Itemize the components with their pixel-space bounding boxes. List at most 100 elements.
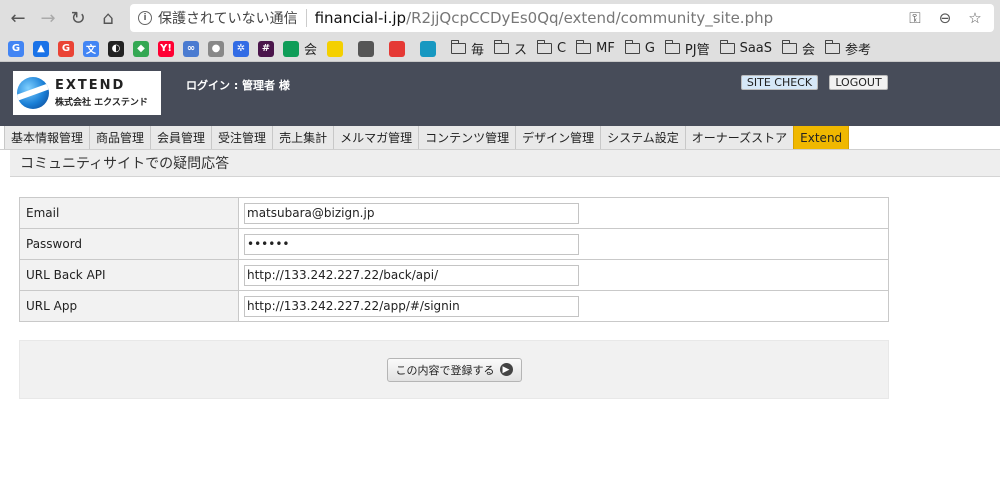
bookmark-folder-5[interactable]: 毎 bbox=[451, 39, 484, 58]
bookmark-label: 参考 bbox=[845, 43, 872, 58]
bookmark-folder-9[interactable]: G bbox=[624, 40, 655, 56]
register-button[interactable]: この内容で登録する ▶ bbox=[386, 357, 522, 382]
bookmark-bird-1[interactable] bbox=[327, 40, 348, 57]
star-icon[interactable]: ☆ bbox=[964, 7, 986, 29]
logout-button[interactable]: LOGOUT bbox=[829, 75, 888, 90]
home-icon[interactable]: ⌂ bbox=[96, 6, 120, 30]
bookmark-hangouts-0[interactable]: 会 bbox=[283, 39, 317, 58]
google-ads-icon[interactable]: ▲ bbox=[33, 40, 49, 57]
menu-tab-8[interactable]: システム設定 bbox=[600, 125, 686, 149]
slack-icon[interactable]: # bbox=[258, 40, 274, 57]
maps-icon[interactable]: ◆ bbox=[133, 40, 149, 57]
zoom-icon[interactable]: ⊖ bbox=[934, 7, 956, 29]
field-input-1[interactable] bbox=[244, 233, 579, 255]
arrow-right-icon: ▶ bbox=[499, 363, 513, 376]
bookmark-folder-8[interactable]: MF bbox=[576, 40, 615, 56]
address-separator bbox=[305, 9, 307, 27]
url-domain: financial-i.jp bbox=[314, 9, 407, 27]
folder-icon bbox=[576, 40, 592, 54]
bookmark-puzzle-3[interactable] bbox=[389, 40, 410, 57]
logo[interactable]: EXTEND 株式会社 エクステンド bbox=[13, 71, 161, 115]
yahoo-icon[interactable]: Y! bbox=[158, 40, 174, 57]
field-value-cell bbox=[238, 290, 889, 322]
field-label: Email bbox=[19, 197, 239, 229]
menu-tab-9[interactable]: オーナーズストア bbox=[684, 125, 795, 149]
folder-icon bbox=[664, 40, 680, 54]
menu-tab-3[interactable]: 受注管理 bbox=[211, 125, 274, 149]
site-check-button[interactable]: SITE CHECK bbox=[741, 75, 818, 90]
apple-icon[interactable]: ● bbox=[208, 40, 224, 57]
menu-tab-7[interactable]: デザイン管理 bbox=[515, 125, 602, 149]
field-label: URL Back API bbox=[19, 259, 239, 291]
bookmark-label: MF bbox=[596, 41, 615, 56]
translate-icon[interactable]: 文 bbox=[83, 40, 99, 57]
field-input-2[interactable] bbox=[244, 264, 579, 286]
form-actions: この内容で登録する ▶ bbox=[19, 340, 889, 399]
menu-tab-5[interactable]: メルマガ管理 bbox=[333, 125, 420, 149]
menu-tab-10[interactable]: Extend bbox=[793, 125, 850, 149]
bird-icon bbox=[327, 40, 344, 57]
url-path: /R2jjQcpCCDyEs0Qq/extend/community_site.… bbox=[406, 9, 774, 27]
info-icon[interactable]: i bbox=[138, 11, 152, 25]
page-title: コミュニティサイトでの疑問応答 bbox=[20, 156, 230, 172]
bookmark-label: ス bbox=[514, 43, 528, 58]
bookmark-salesforce-4[interactable] bbox=[420, 40, 441, 57]
field-label: Password bbox=[19, 228, 239, 260]
menu-tab-0[interactable]: 基本情報管理 bbox=[4, 125, 91, 149]
field-value-cell bbox=[238, 228, 889, 260]
bookmark-folder-10[interactable]: PJ管 bbox=[664, 39, 710, 58]
folder-icon bbox=[825, 40, 841, 54]
bookmark-folder-6[interactable]: ス bbox=[494, 39, 527, 58]
address-bar[interactable]: i 保護されていない通信 financial-i.jp/R2jjQcpCCDyE… bbox=[130, 4, 994, 32]
form-row: URL Back API bbox=[19, 259, 889, 291]
bookmark-label: 会 bbox=[802, 43, 816, 58]
folder-icon bbox=[537, 40, 553, 54]
bookmark-label: SaaS bbox=[739, 41, 773, 56]
bookmark-folder-13[interactable]: 参考 bbox=[825, 39, 871, 58]
infinity-icon[interactable]: ∞ bbox=[183, 40, 199, 57]
google-icon[interactable]: G bbox=[8, 40, 24, 57]
bookmark-folder-11[interactable]: SaaS bbox=[719, 40, 773, 56]
bookmark-mic-2[interactable] bbox=[358, 40, 379, 57]
logo-sub-text: 株式会社 エクステンド bbox=[55, 98, 148, 108]
field-input-0[interactable] bbox=[244, 202, 579, 224]
folder-icon bbox=[494, 40, 510, 54]
form-row: URL App bbox=[19, 290, 889, 322]
folder-icon bbox=[451, 40, 467, 54]
folder-icon bbox=[719, 40, 735, 54]
form-row: Password bbox=[19, 228, 889, 260]
field-value-cell bbox=[238, 197, 889, 229]
logo-main-text: EXTEND bbox=[55, 78, 126, 93]
mic-icon bbox=[358, 40, 375, 57]
bookmark-label: G bbox=[644, 41, 655, 56]
settings-form-table: EmailPasswordURL Back APIURL App bbox=[19, 197, 889, 322]
reload-icon[interactable]: ↻ bbox=[66, 6, 90, 30]
form-row: Email bbox=[19, 197, 889, 229]
bookmark-label: 毎 bbox=[471, 43, 485, 58]
login-status: ログイン : 管理者 様 bbox=[186, 79, 290, 92]
salesforce-icon bbox=[420, 40, 437, 57]
back-arrow-icon[interactable]: ← bbox=[6, 6, 30, 30]
bookmarks-bar: G ▲ G 文 ◐ ◆ Y! ∞ ● ✲ # 会毎ス C MF G PJ管 SaaS 会参考 bbox=[0, 36, 1000, 62]
insecure-label: 保護されていない通信 bbox=[158, 11, 298, 27]
browser-toolbar: ← → ↻ ⌂ i 保護されていない通信 financial-i.jp/R2jj… bbox=[0, 0, 1000, 36]
menu-tab-4[interactable]: 売上集計 bbox=[272, 125, 335, 149]
globe-logo-icon bbox=[17, 77, 49, 109]
title-bar-accent bbox=[0, 149, 10, 177]
dark-circle-icon[interactable]: ◐ bbox=[108, 40, 124, 57]
bookmark-label: PJ管 bbox=[684, 43, 710, 58]
google-icon[interactable]: G bbox=[58, 40, 74, 57]
bookmark-folder-12[interactable]: 会 bbox=[782, 39, 815, 58]
menu-tab-6[interactable]: コンテンツ管理 bbox=[418, 125, 517, 149]
field-label: URL App bbox=[19, 290, 239, 322]
field-input-3[interactable] bbox=[244, 295, 579, 317]
bookmark-folder-7[interactable]: C bbox=[537, 40, 567, 56]
key-icon[interactable]: ⚿ bbox=[904, 7, 926, 29]
menu-tab-2[interactable]: 会員管理 bbox=[150, 125, 213, 149]
forward-arrow-icon[interactable]: → bbox=[36, 6, 60, 30]
kubernetes-icon[interactable]: ✲ bbox=[233, 40, 249, 57]
bookmark-label: C bbox=[557, 41, 567, 56]
folder-icon bbox=[624, 40, 640, 54]
folder-icon bbox=[782, 40, 798, 54]
menu-tab-1[interactable]: 商品管理 bbox=[89, 125, 152, 149]
